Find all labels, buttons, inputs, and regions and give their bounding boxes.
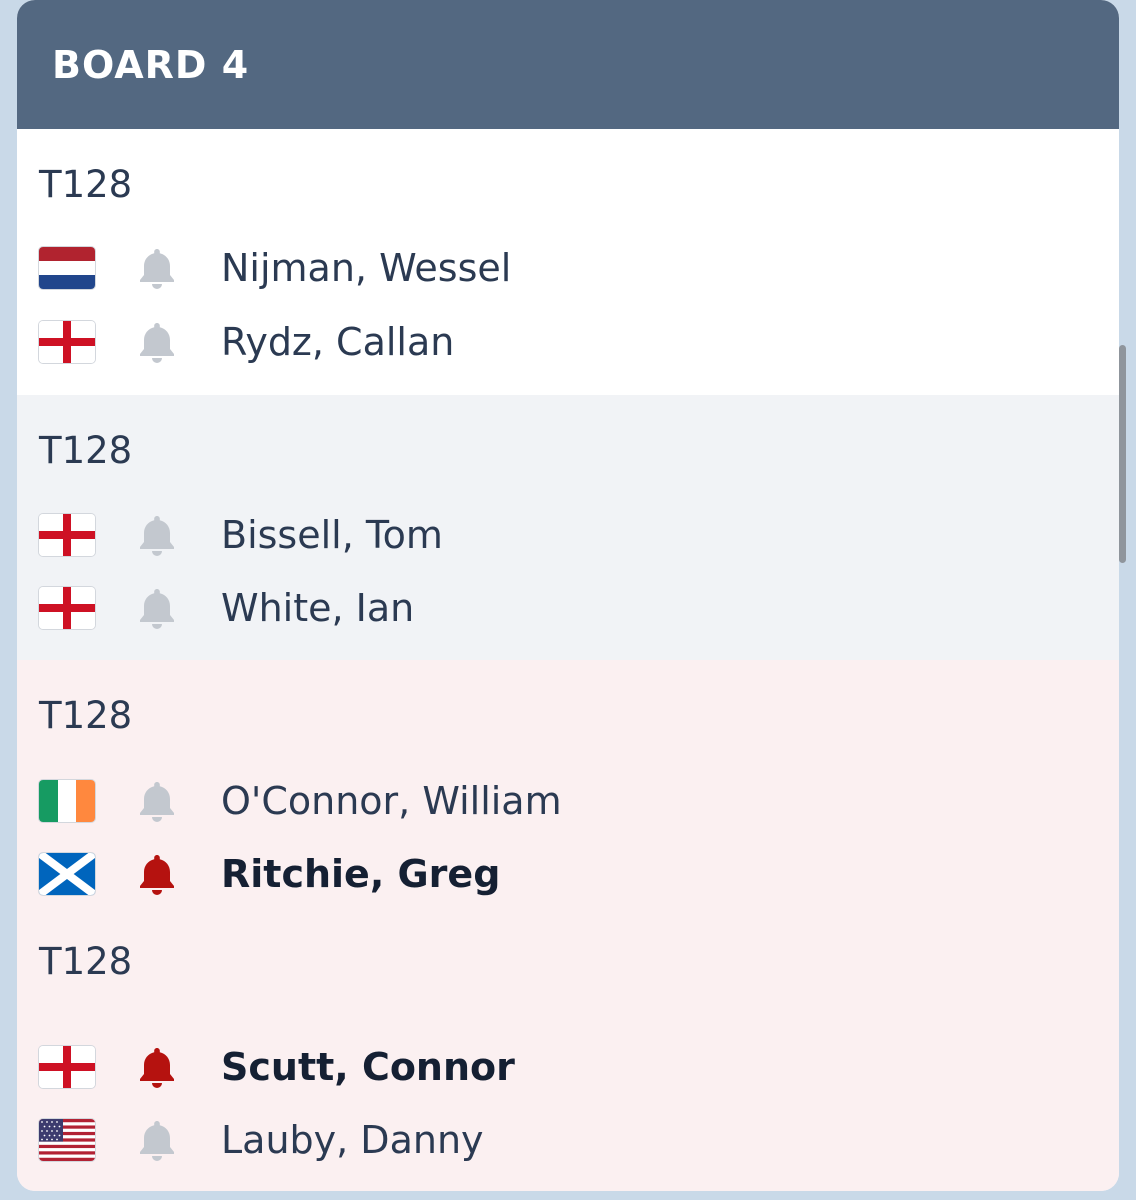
bell-icon[interactable]	[133, 850, 181, 898]
player-row[interactable]: Lauby, Danny	[39, 1115, 484, 1165]
player-row[interactable]: Scutt, Connor	[39, 1042, 515, 1092]
player-name[interactable]: Nijman, Wessel	[221, 246, 511, 290]
round-label: T128	[39, 694, 133, 737]
board-card: BOARD 4 T128 Nijman, Wessel Rydz, Callan…	[17, 0, 1119, 1191]
match-block[interactable]: T128 O'Connor, William Ritchie, Greg	[17, 660, 1119, 926]
player-name[interactable]: Lauby, Danny	[221, 1118, 484, 1162]
round-label: T128	[39, 163, 133, 206]
player-row[interactable]: Rydz, Callan	[39, 317, 454, 367]
usa-flag-icon	[39, 1119, 95, 1161]
player-row[interactable]: Ritchie, Greg	[39, 849, 500, 899]
player-row[interactable]: Nijman, Wessel	[39, 243, 511, 293]
ireland-flag-icon	[39, 780, 95, 822]
bell-icon[interactable]	[133, 777, 181, 825]
player-name[interactable]: Bissell, Tom	[221, 513, 443, 557]
england-flag-icon	[39, 321, 95, 363]
player-name[interactable]: White, Ian	[221, 586, 414, 630]
player-name[interactable]: Ritchie, Greg	[221, 852, 500, 896]
player-row[interactable]: White, Ian	[39, 583, 414, 633]
board-title: BOARD 4	[52, 42, 250, 87]
netherlands-flag-icon	[39, 247, 95, 289]
round-label: T128	[39, 429, 133, 472]
scotland-flag-icon	[39, 853, 95, 895]
board-header: BOARD 4	[17, 0, 1119, 129]
bell-icon[interactable]	[133, 244, 181, 292]
england-flag-icon	[39, 587, 95, 629]
player-row[interactable]: O'Connor, William	[39, 776, 562, 826]
player-name[interactable]: Rydz, Callan	[221, 320, 454, 364]
bell-icon[interactable]	[133, 511, 181, 559]
player-name[interactable]: O'Connor, William	[221, 779, 562, 823]
match-block[interactable]: T128 Scutt, Connor Lauby, Danny	[17, 926, 1119, 1191]
bell-icon[interactable]	[133, 1043, 181, 1091]
player-name[interactable]: Scutt, Connor	[221, 1045, 515, 1089]
match-block[interactable]: T128 Bissell, Tom White, Ian	[17, 395, 1119, 660]
bell-icon[interactable]	[133, 1116, 181, 1164]
england-flag-icon	[39, 514, 95, 556]
round-label: T128	[39, 940, 133, 983]
match-block[interactable]: T128 Nijman, Wessel Rydz, Callan	[17, 129, 1119, 395]
bell-icon[interactable]	[133, 584, 181, 632]
player-row[interactable]: Bissell, Tom	[39, 510, 443, 560]
bell-icon[interactable]	[133, 318, 181, 366]
england-flag-icon	[39, 1046, 95, 1088]
scrollbar[interactable]	[1119, 345, 1126, 563]
